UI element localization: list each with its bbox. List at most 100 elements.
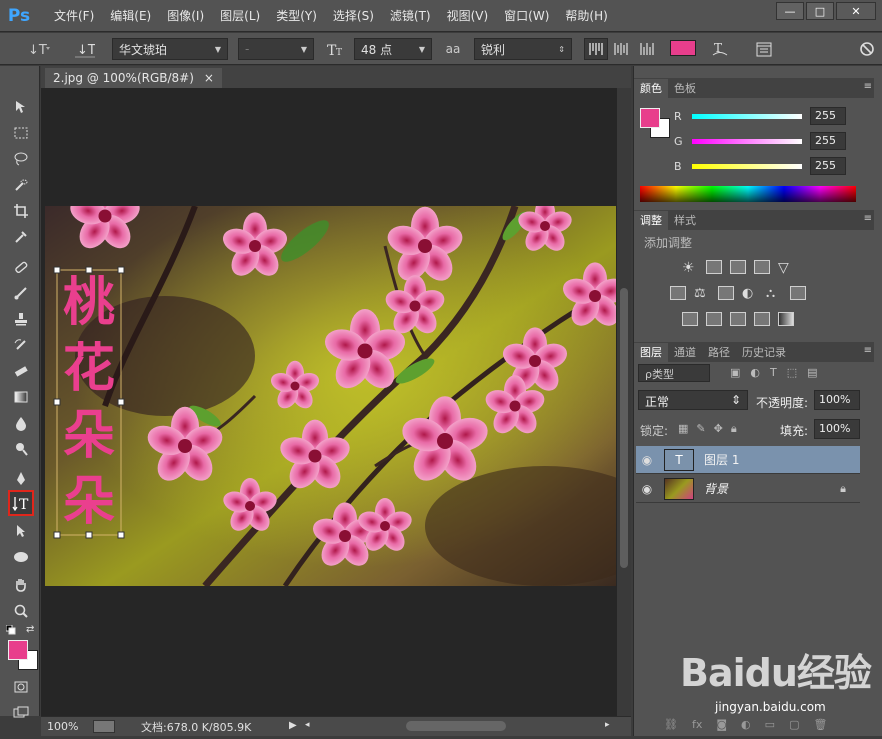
- menu-view[interactable]: 视图(V): [439, 0, 497, 32]
- character-panel-button[interactable]: [752, 38, 776, 60]
- default-colors-icon[interactable]: [5, 624, 16, 635]
- selective-color-icon[interactable]: [754, 312, 770, 326]
- menu-layer[interactable]: 图层(L): [212, 0, 268, 32]
- tab-history[interactable]: 历史记录: [736, 343, 792, 362]
- pixel-filter-icon[interactable]: ▣: [730, 366, 740, 380]
- color-lookup-icon[interactable]: [790, 286, 806, 300]
- maximize-button[interactable]: □: [806, 2, 834, 20]
- warp-text-button[interactable]: T: [708, 38, 732, 60]
- ellipse-tool[interactable]: [8, 546, 34, 568]
- menu-type[interactable]: 类型(Y): [268, 0, 325, 32]
- tab-color[interactable]: 颜色: [634, 79, 668, 98]
- tool-preset-picker[interactable]: ↓T: [20, 38, 60, 60]
- layer-name[interactable]: 背景: [704, 480, 728, 497]
- layer-filter-select[interactable]: ρ类型: [638, 364, 710, 382]
- gradient-map-icon[interactable]: [778, 312, 794, 326]
- tab-channels[interactable]: 通道: [668, 343, 702, 362]
- horizontal-scrollbar-thumb[interactable]: [406, 721, 506, 731]
- lock-pixels-icon[interactable]: ✎: [696, 422, 705, 436]
- fill-field[interactable]: 100%: [814, 419, 860, 439]
- move-tool[interactable]: [8, 96, 34, 118]
- fx-icon[interactable]: fx: [692, 718, 702, 731]
- font-size-select[interactable]: 48 点 ▼: [354, 38, 432, 60]
- new-layer-icon[interactable]: ▢: [789, 718, 799, 731]
- black-white-icon[interactable]: [718, 286, 734, 300]
- history-brush-tool[interactable]: [8, 334, 34, 356]
- quick-mask-button[interactable]: [8, 676, 34, 698]
- menu-select[interactable]: 选择(S): [325, 0, 382, 32]
- link-layers-icon[interactable]: ⛓: [664, 718, 678, 731]
- green-value[interactable]: 255: [810, 132, 846, 150]
- smart-object-filter-icon[interactable]: ▤: [807, 366, 817, 380]
- quick-selection-tool[interactable]: [8, 174, 34, 196]
- layer-name[interactable]: 图层 1: [704, 451, 739, 468]
- minimize-button[interactable]: —: [776, 2, 804, 20]
- blur-tool[interactable]: [8, 412, 34, 434]
- blue-slider[interactable]: B 255: [674, 156, 846, 176]
- zoom-tool[interactable]: [8, 600, 34, 622]
- photo-filter-icon[interactable]: ◐: [742, 286, 758, 301]
- adjustment-filter-icon[interactable]: ◐: [750, 366, 760, 380]
- document-tab[interactable]: 2.jpg @ 100%(RGB/8#) ×: [45, 68, 222, 88]
- menu-edit[interactable]: 编辑(E): [102, 0, 159, 32]
- curves-icon[interactable]: [730, 260, 746, 274]
- path-selection-tool[interactable]: [8, 520, 34, 542]
- menu-image[interactable]: 图像(I): [159, 0, 212, 32]
- type-filter-icon[interactable]: T: [770, 366, 777, 380]
- red-track[interactable]: [692, 113, 802, 119]
- vertical-scrollbar[interactable]: [617, 88, 631, 716]
- document-canvas[interactable]: 桃 花 朵 朵: [45, 206, 616, 586]
- swap-colors-icon[interactable]: ⇄: [26, 624, 36, 635]
- tab-paths[interactable]: 路径: [702, 343, 736, 362]
- menu-window[interactable]: 窗口(W): [496, 0, 557, 32]
- close-tab-icon[interactable]: ×: [204, 71, 214, 85]
- brightness-icon[interactable]: ☀: [682, 260, 698, 276]
- visibility-eye-icon[interactable]: ◉: [636, 453, 658, 467]
- lock-all-icon[interactable]: 🔒︎: [731, 422, 737, 436]
- gradient-tool[interactable]: [8, 386, 34, 408]
- opacity-field[interactable]: 100%: [814, 390, 860, 410]
- panel-menu-icon[interactable]: ≡: [864, 345, 872, 356]
- scroll-left-icon[interactable]: ◂: [305, 720, 310, 730]
- add-mask-icon[interactable]: ◙: [716, 718, 727, 731]
- hue-saturation-icon[interactable]: [670, 286, 686, 300]
- clone-stamp-tool[interactable]: [8, 308, 34, 330]
- marquee-tool[interactable]: [8, 122, 34, 144]
- shape-filter-icon[interactable]: ⬚: [787, 366, 797, 380]
- scrollbar-thumb[interactable]: [620, 288, 628, 568]
- lasso-tool[interactable]: [8, 148, 34, 170]
- antialias-select[interactable]: 锐利 ⇕: [474, 38, 572, 60]
- pen-tool[interactable]: [8, 468, 34, 490]
- exposure-icon[interactable]: [754, 260, 770, 274]
- text-color-swatch[interactable]: [670, 40, 696, 56]
- eraser-tool[interactable]: [8, 360, 34, 382]
- blue-value[interactable]: 255: [810, 157, 846, 175]
- eyedropper-tool[interactable]: [8, 226, 34, 248]
- font-style-select[interactable]: - ▼: [238, 38, 314, 60]
- tab-styles[interactable]: 样式: [668, 211, 702, 230]
- color-balance-icon[interactable]: ⚖: [694, 286, 710, 301]
- menu-help[interactable]: 帮助(H): [557, 0, 615, 32]
- toggle-orientation-button[interactable]: ↓T: [72, 38, 98, 60]
- vibrance-icon[interactable]: ▽: [778, 260, 794, 276]
- green-slider[interactable]: G 255: [674, 131, 846, 151]
- threshold-icon[interactable]: [730, 312, 746, 326]
- new-group-icon[interactable]: ▭: [765, 718, 775, 731]
- visibility-eye-icon[interactable]: ◉: [636, 482, 658, 496]
- status-info-icon[interactable]: [93, 720, 115, 733]
- hand-tool[interactable]: [8, 574, 34, 596]
- screen-mode-button[interactable]: [8, 702, 34, 724]
- healing-brush-tool[interactable]: [8, 256, 34, 278]
- brush-tool[interactable]: [8, 282, 34, 304]
- align-bottom-button[interactable]: [636, 38, 658, 60]
- color-panel-foreground-swatch[interactable]: [640, 108, 660, 128]
- new-adjustment-icon[interactable]: ◐: [741, 718, 751, 731]
- foreground-color-swatch[interactable]: [8, 640, 28, 660]
- delete-layer-icon[interactable]: 🗑︎: [813, 718, 827, 731]
- crop-tool[interactable]: [8, 200, 34, 222]
- cancel-edit-button[interactable]: [856, 38, 878, 60]
- menu-file[interactable]: 文件(F): [46, 0, 102, 32]
- panel-menu-icon[interactable]: ≡: [864, 81, 872, 92]
- color-spectrum-bar[interactable]: [640, 186, 856, 202]
- layer-row-background[interactable]: ◉ 背景 🔒︎: [636, 475, 860, 503]
